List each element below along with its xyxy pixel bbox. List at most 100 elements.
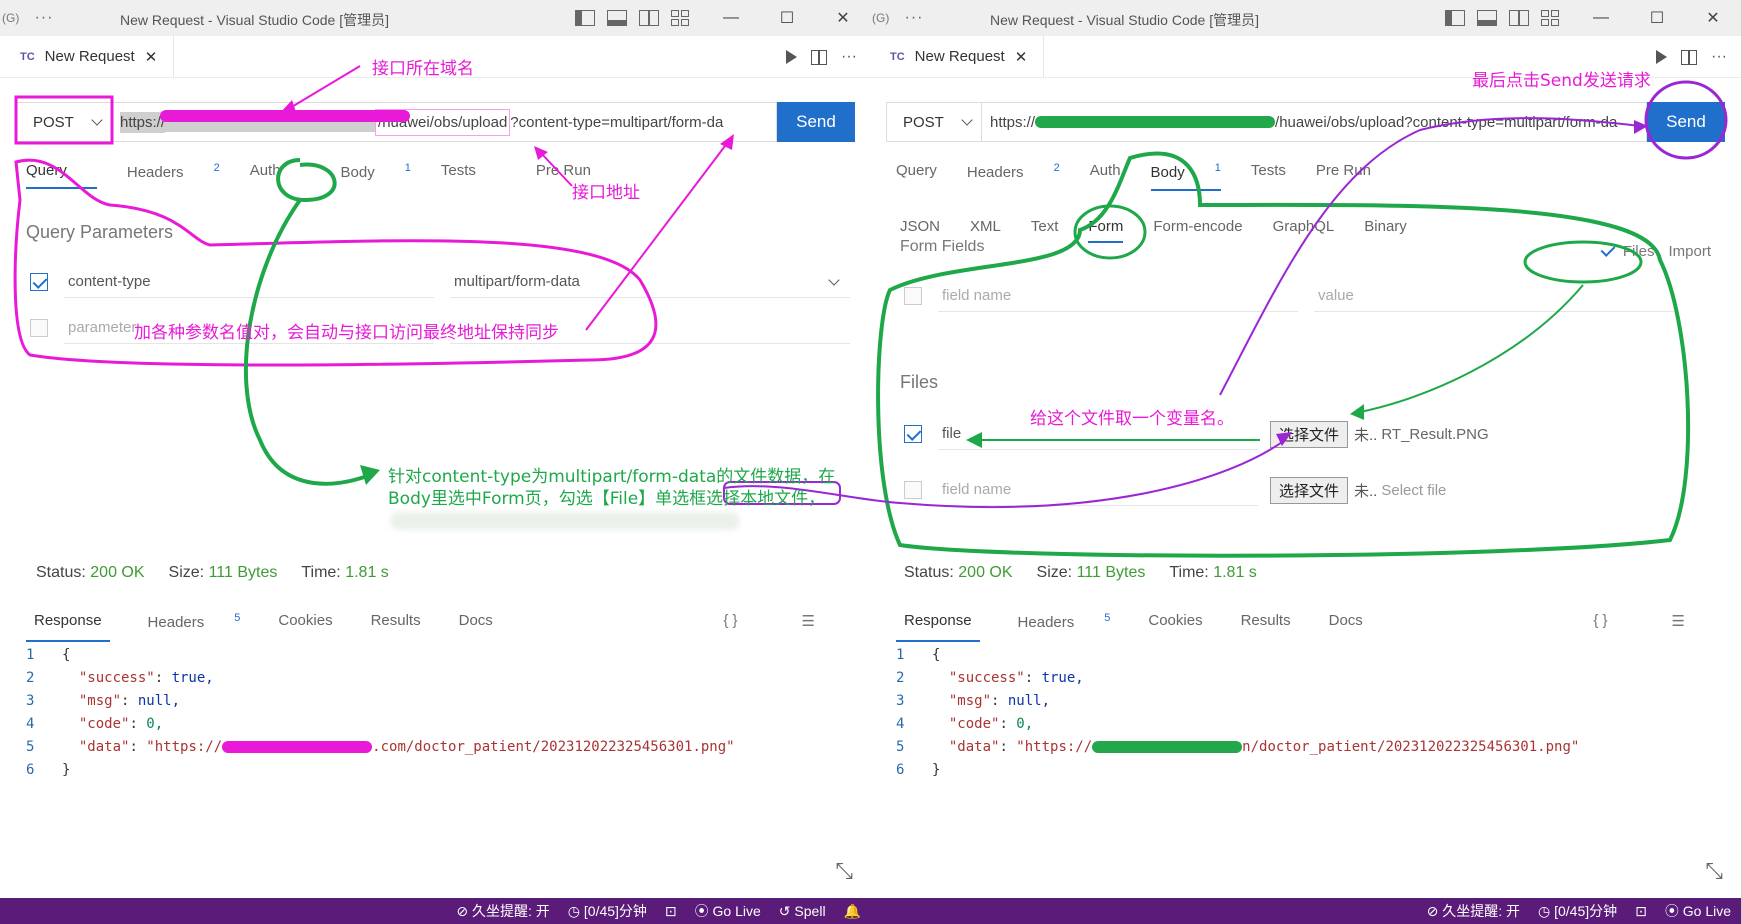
run-icon[interactable] (1656, 50, 1668, 64)
close-window-icon[interactable]: ✕ (1685, 8, 1741, 28)
code-close-brace: } (62, 762, 71, 778)
sit-reminder[interactable]: ⊘ 久坐提醒: 开 (1427, 901, 1520, 921)
menu-dots-icon[interactable]: ··· (894, 9, 934, 27)
timer[interactable]: ◷ [0/45]分钟 (568, 901, 647, 921)
sit-reminder[interactable]: ⊘ 久坐提醒: 开 (456, 901, 549, 921)
expand-icon[interactable]: ⤡ (1705, 858, 1723, 884)
response-headers-badge: 5 (1104, 612, 1111, 624)
form-field-name-input[interactable]: field name (938, 280, 1298, 312)
more-actions-icon[interactable]: ··· (841, 48, 857, 66)
close-tab-icon[interactable]: ✕ (145, 48, 158, 66)
tab-headers[interactable]: Headers 2 (967, 162, 1060, 191)
tab-response-headers[interactable]: Headers 5 (1002, 612, 1119, 642)
menu-dots-icon[interactable]: ··· (24, 9, 64, 27)
toggle-sidebar-icon[interactable] (575, 10, 595, 26)
body-tab-binary[interactable]: Binary (1364, 218, 1407, 243)
tab-cookies[interactable]: Cookies (1140, 612, 1210, 642)
go-live-button[interactable]: ⦿ Go Live (695, 901, 761, 921)
tab-results[interactable]: Results (363, 612, 429, 642)
toggle-secondary-sidebar-icon[interactable] (639, 10, 659, 26)
tab-response[interactable]: Response (896, 612, 980, 642)
tab-body[interactable]: Body 1 (1150, 162, 1221, 191)
tab-results[interactable]: Results (1233, 612, 1299, 642)
import-button[interactable]: Import (1668, 243, 1711, 260)
tab-response[interactable]: Response (26, 612, 110, 642)
close-tab-icon[interactable]: ✕ (1015, 48, 1028, 66)
method-select[interactable]: POST (16, 102, 112, 142)
choose-file-button[interactable]: 选择文件 (1270, 420, 1349, 448)
size-value: 111 Bytes (1076, 564, 1146, 581)
expand-icon[interactable]: ⤡ (835, 858, 853, 884)
tab-cookies[interactable]: Cookies (270, 612, 340, 642)
headers-badge: 2 (1053, 162, 1060, 174)
param-name-input[interactable]: content-type (64, 266, 434, 298)
tab-new-request[interactable]: TC New Request ✕ (0, 36, 175, 77)
menu-icon[interactable]: ☰ (794, 612, 823, 638)
choose-file-button[interactable]: 选择文件 (1270, 476, 1349, 504)
minimize-icon[interactable]: — (703, 9, 759, 27)
spell-button[interactable]: ↺ Spell (779, 903, 826, 920)
code-msg-value: null, (137, 693, 181, 709)
send-button[interactable]: Send (1647, 102, 1725, 142)
tab-query[interactable]: Query (26, 162, 97, 189)
tab-auth[interactable]: Auth (250, 162, 311, 189)
toggle-panel-icon[interactable] (607, 10, 627, 26)
tab-query[interactable]: Query (896, 162, 937, 191)
toggle-sidebar-icon[interactable] (1445, 10, 1465, 26)
terminal-icon[interactable]: ⊡ (1635, 903, 1647, 920)
time-label: Time: (1169, 564, 1209, 581)
split-editor-icon[interactable] (811, 49, 828, 65)
tab-auth[interactable]: Auth (1090, 162, 1121, 191)
body-tab-form-encode[interactable]: Form-encode (1153, 218, 1242, 243)
url-input[interactable]: https:// /huawei/obs/upload ?content-typ… (112, 102, 777, 142)
param-enabled-checkbox[interactable] (30, 273, 48, 291)
body-tab-text[interactable]: Text (1031, 218, 1059, 243)
customize-layout-icon[interactable] (671, 10, 691, 26)
run-icon[interactable] (786, 50, 798, 64)
new-file-field-name-input[interactable]: field name (938, 474, 1258, 506)
toggle-panel-icon[interactable] (1477, 10, 1497, 26)
timer[interactable]: ◷ [0/45]分钟 (1538, 901, 1617, 921)
terminal-icon[interactable]: ⊡ (665, 903, 677, 920)
braces-icon[interactable]: { } (1585, 612, 1615, 638)
go-live-button[interactable]: ⦿ Go Live (1665, 901, 1731, 921)
tab-tests[interactable]: Tests (441, 162, 506, 189)
param-value-select[interactable]: multipart/form-data (450, 266, 850, 298)
maximize-icon[interactable]: ☐ (1629, 8, 1685, 28)
split-editor-icon[interactable] (1681, 49, 1698, 65)
size-field: Size: 111 Bytes (1037, 564, 1146, 582)
param-value: multipart/form-data (454, 273, 580, 290)
new-file-checkbox[interactable] (904, 481, 922, 499)
minimize-icon[interactable]: — (1573, 9, 1629, 27)
send-button[interactable]: Send (777, 102, 855, 142)
tab-response-headers-label: Headers (1017, 614, 1075, 631)
tab-pre-run[interactable]: Pre Run (1316, 162, 1371, 191)
tab-headers[interactable]: Headers 2 (127, 162, 220, 189)
tab-tests[interactable]: Tests (1251, 162, 1286, 191)
braces-icon[interactable]: { } (715, 612, 745, 638)
url-host-redacted (1035, 116, 1276, 128)
body-tab-form[interactable]: Form (1088, 218, 1124, 243)
tab-docs[interactable]: Docs (1321, 612, 1371, 642)
menu-icon[interactable]: ☰ (1664, 612, 1693, 638)
toggle-secondary-sidebar-icon[interactable] (1509, 10, 1529, 26)
form-field-checkbox[interactable] (904, 287, 922, 305)
close-window-icon[interactable]: ✕ (815, 8, 871, 28)
file-enabled-checkbox[interactable] (904, 425, 922, 443)
tab-response-headers[interactable]: Headers 5 (132, 612, 249, 642)
url-input[interactable]: https:// /huawei/obs/upload?content-type… (982, 102, 1647, 142)
status-value: 200 OK (958, 564, 1013, 581)
tab-label: New Request (914, 48, 1005, 65)
tab-body[interactable]: Body 1 (341, 162, 411, 189)
bell-icon[interactable]: 🔔 (844, 903, 861, 920)
tab-docs[interactable]: Docs (451, 612, 501, 642)
new-param-checkbox[interactable] (30, 319, 48, 337)
body-tab-graphql[interactable]: GraphQL (1273, 218, 1335, 243)
maximize-icon[interactable]: ☐ (759, 8, 815, 28)
files-toggle-checkbox[interactable] (1598, 242, 1617, 260)
customize-layout-icon[interactable] (1541, 10, 1561, 26)
form-field-value-input[interactable]: value (1314, 280, 1674, 312)
method-select[interactable]: POST (886, 102, 982, 142)
tab-new-request[interactable]: TC New Request ✕ (870, 36, 1045, 77)
more-actions-icon[interactable]: ··· (1711, 48, 1727, 66)
